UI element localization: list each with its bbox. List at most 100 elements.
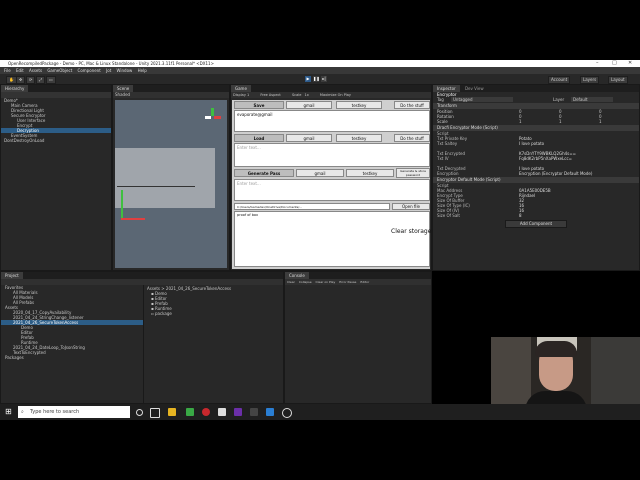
console-panel: Console Clear Collapse Clear on Play Err… <box>284 271 432 404</box>
menu-file[interactable]: File <box>4 68 11 73</box>
menu-window[interactable]: Window <box>117 68 133 73</box>
clear-storage-button[interactable]: Clear storage <box>391 228 431 236</box>
testkey-button[interactable]: testkey <box>336 101 382 109</box>
tab-game[interactable]: Game <box>231 85 251 92</box>
main-toolbar: ✋ ✥ ⟳ ⤢ ▭ ▶ ❚❚ ▸| Account Layers Layout <box>0 74 640 84</box>
scale-slider[interactable]: 1x <box>304 93 308 97</box>
menu-assets[interactable]: Assets <box>29 68 42 73</box>
inspector-tabbar: Inspector Dev View <box>433 85 639 92</box>
scale-z[interactable]: 1 <box>599 119 639 124</box>
tab-inspector[interactable]: Inspector <box>433 85 460 92</box>
account-button[interactable]: Account <box>548 76 571 84</box>
tab-dev-view[interactable]: Dev View <box>460 85 488 92</box>
generate-text-field[interactable]: Enter text... <box>234 179 430 201</box>
testkey-button-2[interactable]: testkey <box>336 134 382 142</box>
hierarchy-item[interactable]: DontDestroyOnLoad <box>1 138 111 143</box>
testkey-button-3[interactable]: testkey <box>346 169 394 177</box>
pause-button[interactable]: ❚❚ <box>313 76 320 82</box>
transform-row-scale: Scale 1 1 1 <box>433 119 639 124</box>
load-button[interactable]: Load <box>234 134 284 142</box>
maximize-icon[interactable]: □ <box>612 60 617 67</box>
scene-ui-canvas <box>115 148 215 208</box>
inspector-panel: Inspector Dev View Encryptor Tag Untagge… <box>432 84 640 271</box>
settings-icon[interactable] <box>282 408 292 418</box>
windows-start-icon[interactable]: ⊞ <box>5 407 12 417</box>
do-stuff-button[interactable]: Do the stuff <box>394 101 430 109</box>
menu-jot[interactable]: Jot <box>106 68 111 73</box>
menu-gameobject[interactable]: GameObject <box>47 68 72 73</box>
screen: OpenRecompiledPackage - Demo - PC, Mac &… <box>0 0 640 480</box>
close-icon[interactable]: ✕ <box>628 60 632 67</box>
file-item[interactable]: ▫ package <box>147 311 281 316</box>
console-error-pause-button[interactable]: Error Pause <box>339 280 356 284</box>
scale-x[interactable]: 1 <box>519 119 559 124</box>
game-toolbar: Display 1 Free Aspect Scale 1x Maximize … <box>231 92 431 98</box>
output-text-area[interactable]: proof of box <box>234 211 430 267</box>
scale-y[interactable]: 1 <box>559 119 599 124</box>
gizmo-x-axis <box>121 218 145 220</box>
tab-console[interactable]: Console <box>285 272 309 279</box>
layers-dropdown[interactable]: Layers <box>580 76 600 84</box>
file-explorer-icon[interactable] <box>168 408 176 416</box>
scale-tool-button[interactable]: ⤢ <box>36 76 46 84</box>
tab-project[interactable]: Project <box>1 272 23 279</box>
task-view-icon[interactable] <box>150 408 160 418</box>
scene-viewport[interactable] <box>115 100 227 268</box>
move-tool-button[interactable]: ✥ <box>16 76 26 84</box>
gmail-button[interactable]: gmail <box>286 101 332 109</box>
layout-dropdown[interactable]: Layout <box>608 76 628 84</box>
minimize-icon[interactable]: – <box>596 60 599 67</box>
gizmo-y-axis <box>121 190 123 220</box>
display-dropdown[interactable]: Display 1 <box>233 93 249 97</box>
tab-hierarchy[interactable]: Hierarchy <box>1 85 29 92</box>
layer-label: Layer <box>553 97 565 102</box>
menu-help[interactable]: Help <box>138 68 147 73</box>
menu-edit[interactable]: Edit <box>16 68 24 73</box>
open-file-button[interactable]: Open file <box>392 203 430 210</box>
play-button[interactable]: ▶ <box>305 76 311 82</box>
console-clear-on-play-button[interactable]: Clear on Play <box>316 280 336 284</box>
taskbar-search-input[interactable]: ⌕ Type here to search <box>18 406 130 418</box>
generate-pass-button[interactable]: Generate Pass <box>234 169 294 177</box>
console-clear-button[interactable]: Clear <box>287 280 295 284</box>
tag-dropdown[interactable]: Untagged <box>451 97 513 102</box>
scale-label: Scale <box>291 93 302 97</box>
project-content: Assets > 2021_04_26_SecureTokenAccess ▪ … <box>147 286 281 316</box>
menu-component[interactable]: Component <box>78 68 101 73</box>
gmail-button-3[interactable]: gmail <box>296 169 344 177</box>
aspect-dropdown[interactable]: Free Aspect <box>260 93 280 97</box>
step-button[interactable]: ▸| <box>321 76 327 82</box>
gmail-button-2[interactable]: gmail <box>286 134 332 142</box>
play-mode-dropdown[interactable]: Maximize On Play <box>320 93 351 97</box>
rotate-tool-button[interactable]: ⟳ <box>26 76 36 84</box>
rect-tool-button[interactable]: ▭ <box>46 76 56 84</box>
email-field[interactable]: evaporate@gmail <box>234 110 430 132</box>
console-tabbar: Console <box>285 272 431 279</box>
app-grey-icon[interactable] <box>250 408 258 416</box>
orientation-gizmo-icon[interactable] <box>203 108 221 126</box>
tag-layer-row: Tag Untagged Layer Default <box>433 97 639 102</box>
unity-icon[interactable] <box>218 408 226 416</box>
console-collapse-button[interactable]: Collapse <box>299 280 312 284</box>
component-fields-encryptor: Script Txt Private Key Potato Txt Saltey I… <box>433 131 639 176</box>
load-text-field[interactable]: Enter text... <box>234 143 430 167</box>
do-stuff-button-2[interactable]: Do the stuff <box>394 134 430 142</box>
tree-item[interactable]: Packages <box>1 355 143 360</box>
console-editor-dropdown[interactable]: Editor <box>360 280 369 284</box>
visual-studio-icon[interactable] <box>234 408 242 416</box>
cortana-icon[interactable] <box>136 409 143 416</box>
windows-taskbar: ⊞ ⌕ Type here to search <box>0 404 640 420</box>
field-value[interactable]: Encryption (Encryptor Default Mode) <box>519 171 639 176</box>
file-path-field[interactable]: C:/Users/Gamedev/OneDrive/Documents/... <box>234 203 390 210</box>
app-green-icon[interactable] <box>186 408 194 416</box>
generate-store-button[interactable]: Generate & store password <box>396 168 430 178</box>
hierarchy-panel: Hierarchy Demo* Main Camera Directional … <box>0 84 112 271</box>
vscode-icon[interactable] <box>266 408 274 416</box>
add-component-button[interactable]: Add Component <box>505 220 567 228</box>
save-button[interactable]: Save <box>234 101 284 109</box>
app-red-icon[interactable] <box>202 408 210 416</box>
shading-mode-dropdown[interactable]: Shaded <box>115 92 130 97</box>
tab-scene[interactable]: Scene <box>113 85 134 92</box>
layer-dropdown[interactable]: Default <box>571 97 613 102</box>
field-value[interactable]: 8 <box>519 213 639 218</box>
